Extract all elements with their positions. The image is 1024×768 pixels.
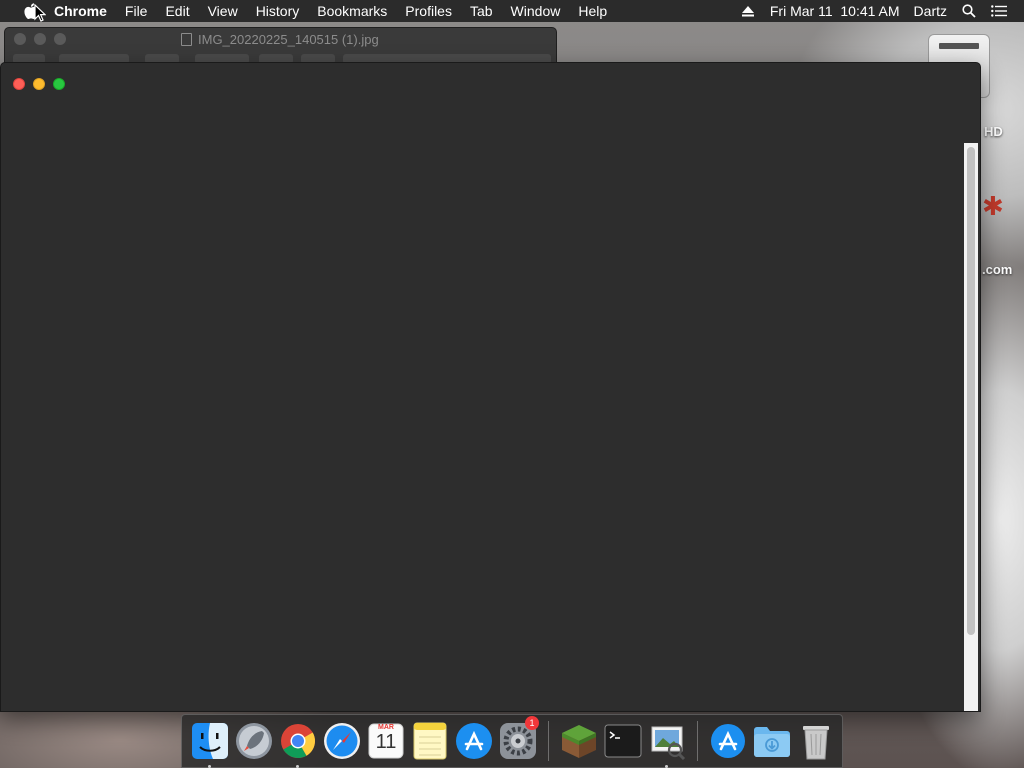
dock-finder[interactable] xyxy=(188,719,232,768)
dock-launchpad[interactable] xyxy=(232,719,276,763)
applications-folder-icon xyxy=(711,724,745,758)
preview-window-title: IMG_20220225_140515 (1).jpg xyxy=(181,32,379,47)
preview-close-button[interactable] xyxy=(14,33,26,45)
dock-notes[interactable] xyxy=(408,719,452,763)
menu-window[interactable]: Window xyxy=(502,0,570,22)
finder-icon xyxy=(192,723,228,759)
dock-calendar[interactable]: MAR 11 xyxy=(364,719,408,763)
notes-icon xyxy=(413,722,447,760)
minimize-button[interactable] xyxy=(33,78,45,90)
preview-window-controls xyxy=(14,33,66,45)
menu-bar: Chrome File Edit View History Bookmarks … xyxy=(0,0,1024,22)
eject-icon[interactable] xyxy=(733,0,763,22)
safari-compass-icon xyxy=(324,723,360,759)
menu-view[interactable]: View xyxy=(199,0,247,22)
menu-bookmarks[interactable]: Bookmarks xyxy=(308,0,396,22)
menu-edit[interactable]: Edit xyxy=(156,0,198,22)
notification-badge: 1 xyxy=(525,716,539,730)
menu-tab[interactable]: Tab xyxy=(461,0,502,22)
preview-minimize-button[interactable] xyxy=(34,33,46,45)
vertical-scrollbar[interactable] xyxy=(964,143,978,711)
document-icon xyxy=(181,33,192,46)
notification-center-icon[interactable] xyxy=(984,0,1014,22)
dock: MAR 11 1 xyxy=(181,714,843,768)
calendar-day: 11 xyxy=(375,731,397,753)
menu-history[interactable]: History xyxy=(247,0,309,22)
menu-user[interactable]: Dartz xyxy=(907,0,954,22)
menu-clock[interactable]: Fri Mar 11 10:41 AM xyxy=(763,0,907,22)
preview-zoom-button[interactable] xyxy=(54,33,66,45)
dock-safari[interactable] xyxy=(320,719,364,763)
preview-icon xyxy=(651,726,686,760)
scrollbar-thumb[interactable] xyxy=(967,147,975,635)
dock-separator xyxy=(697,721,698,761)
menu-extras: Fri Mar 11 10:41 AM Dartz xyxy=(733,0,1024,22)
menu-file[interactable]: File xyxy=(116,0,157,22)
menu-help[interactable]: Help xyxy=(569,0,616,22)
dock-applications-folder[interactable] xyxy=(706,719,750,763)
dock-preview[interactable] xyxy=(645,719,689,768)
mouse-cursor-icon xyxy=(34,3,47,27)
close-button[interactable] xyxy=(13,78,25,90)
dock-minecraft[interactable] xyxy=(557,719,601,763)
app-store-icon xyxy=(456,723,492,759)
dock-chrome[interactable] xyxy=(276,719,320,768)
zoom-button[interactable] xyxy=(53,78,65,90)
spotlight-search-icon[interactable] xyxy=(954,0,984,22)
terminal-icon xyxy=(604,724,642,758)
dock-app-store[interactable] xyxy=(452,719,496,763)
dock-downloads-folder[interactable] xyxy=(750,719,794,763)
dock-separator xyxy=(548,721,549,761)
launchpad-rocket-icon xyxy=(236,723,272,759)
dock-system-preferences[interactable]: 1 xyxy=(496,716,540,763)
menu-profiles[interactable]: Profiles xyxy=(396,0,461,22)
grass-block-icon xyxy=(562,725,596,758)
menu-app-name[interactable]: Chrome xyxy=(45,0,116,22)
desktop-label-com[interactable]: .com xyxy=(982,262,1012,277)
trash-icon xyxy=(803,726,829,760)
chrome-icon xyxy=(281,724,315,758)
desktop-file-icon[interactable]: ✱ xyxy=(982,186,1004,226)
chrome-window[interactable] xyxy=(0,62,981,712)
downloads-folder-icon xyxy=(754,727,790,757)
dock-trash[interactable] xyxy=(794,719,838,763)
dock-terminal[interactable] xyxy=(601,719,645,763)
window-controls xyxy=(13,78,65,90)
calendar-month: MAR xyxy=(378,724,394,731)
desktop-label-hd[interactable]: HD xyxy=(984,124,1003,139)
preview-title-text: IMG_20220225_140515 (1).jpg xyxy=(198,32,379,47)
